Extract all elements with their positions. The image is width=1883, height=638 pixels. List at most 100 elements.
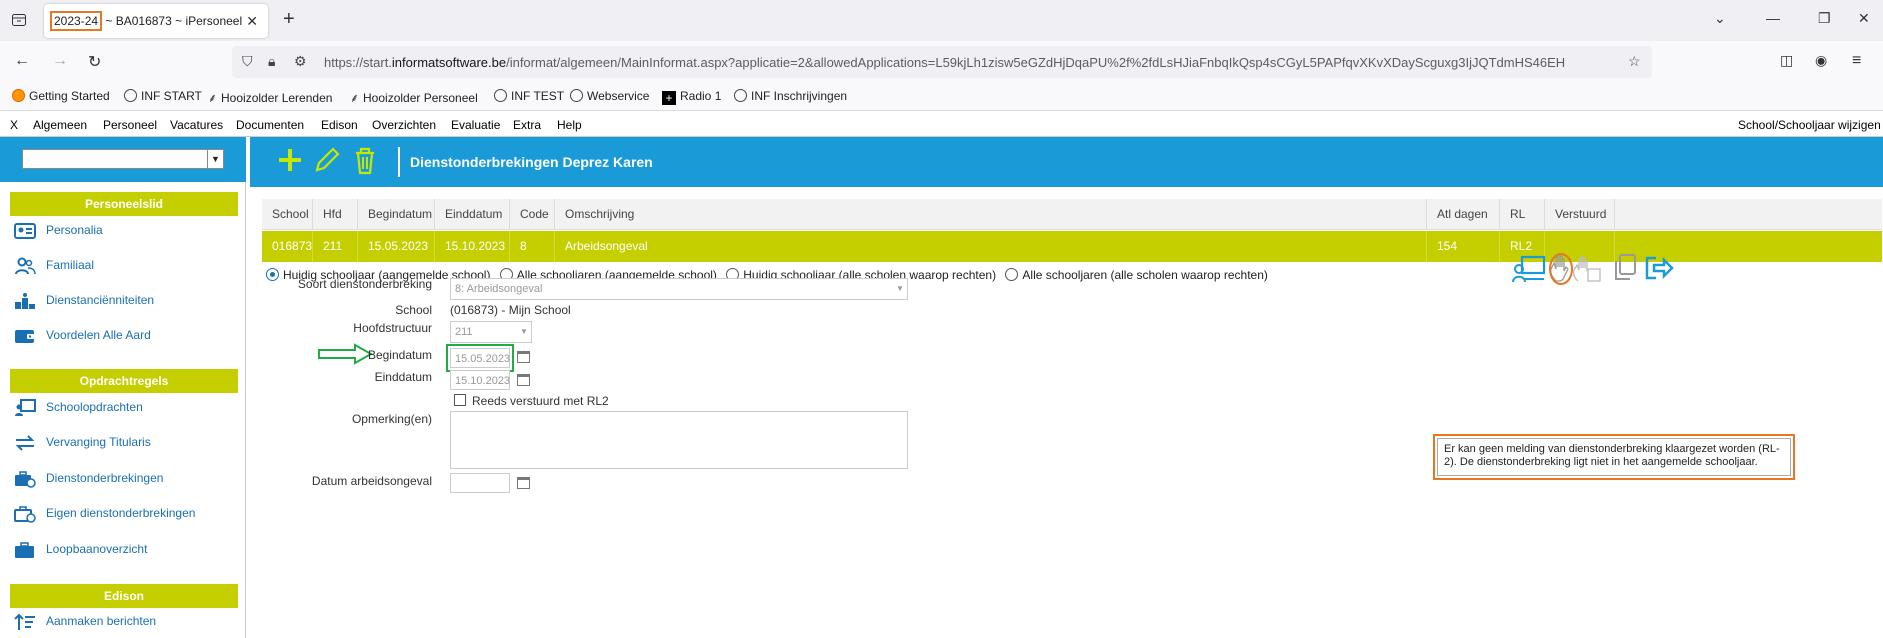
menu-edison[interactable]: Edison <box>321 118 358 132</box>
bookmark-inf-test[interactable]: INF TEST <box>494 89 564 103</box>
menu-close[interactable]: X <box>10 118 18 132</box>
calendar-icon[interactable] <box>517 351 530 363</box>
menu-extra[interactable]: Extra <box>513 118 541 132</box>
bookmark-inf-inschrijvingen[interactable]: INF Inschrijvingen <box>734 89 847 103</box>
col-verstuurd[interactable]: Verstuurd <box>1545 199 1615 230</box>
table-row[interactable]: 016873 211 15.05.2023 15.10.2023 8 Arbei… <box>262 231 1882 262</box>
sidebar-item-familiaal[interactable]: Familiaal <box>14 257 94 279</box>
sidebar-item-schoolopdrachten[interactable]: Schoolopdrachten <box>14 399 143 421</box>
menu-help[interactable]: Help <box>557 118 582 132</box>
restore-icon[interactable]: ❐ <box>1818 10 1831 27</box>
cell-omschrijving: Arbeidsongeval <box>555 231 1427 262</box>
sidebar-item-personalia[interactable]: Personalia <box>14 222 103 244</box>
swap-arrows-icon <box>15 435 35 451</box>
account-icon[interactable]: ◉ <box>1815 52 1827 69</box>
browser-tabbar: 2023-24 ~ BA016873 ~ iPersoneel ✕ + ⌄ — … <box>0 0 1883 41</box>
cell-code: 8 <box>510 231 555 262</box>
bookmark-webservice[interactable]: Webservice <box>570 89 649 103</box>
add-icon[interactable] <box>276 145 304 175</box>
calendar-icon[interactable] <box>517 374 530 386</box>
radio-dot[interactable] <box>1005 268 1019 281</box>
col-begindatum[interactable]: Begindatum <box>358 199 435 230</box>
chevron-down-icon[interactable]: ▼ <box>517 322 531 342</box>
col-rl[interactable]: RL <box>1500 199 1545 230</box>
calendar-icon[interactable] <box>517 477 530 489</box>
trash-icon[interactable] <box>350 145 380 177</box>
tab-close-icon[interactable]: ✕ <box>246 13 258 30</box>
sidebar-item-dienstonderbrekingen[interactable]: Dienstonderbrekingen <box>14 470 163 492</box>
new-tab-icon[interactable]: + <box>283 9 295 29</box>
globe-icon <box>570 89 583 102</box>
hand-clock-icon[interactable] <box>1572 255 1602 283</box>
window-close-icon[interactable]: ✕ <box>1858 10 1870 27</box>
col-school[interactable]: School <box>262 199 313 230</box>
chevron-down-icon[interactable]: ▼ <box>893 279 907 299</box>
rl2-checkbox[interactable] <box>454 394 466 406</box>
bookmark-hooizolder-personeel[interactable]: ⸙ Hooizolder Personeel <box>350 89 478 106</box>
sidebar-item-label: Schoolopdrachten <box>46 400 143 415</box>
sidebar-search-combo[interactable]: ▼ <box>22 149 224 169</box>
pocket-icon[interactable]: ◫ <box>1780 52 1793 69</box>
bookmark-hooizolder-lerenden[interactable]: ⸙ Hooizolder Lerenden <box>208 89 332 106</box>
bookmark-star-icon[interactable]: ☆ <box>1628 53 1641 70</box>
col-atl-dagen[interactable]: Atl dagen <box>1427 199 1500 230</box>
chevron-down-icon[interactable]: ▼ <box>207 150 223 168</box>
back-icon[interactable]: ← <box>14 52 30 70</box>
hoofdstructuur-select[interactable]: 211 ▼ <box>450 321 532 343</box>
col-hfd[interactable]: Hfd <box>313 199 358 230</box>
export-arrow-icon[interactable] <box>1644 255 1674 281</box>
url-prefix: https://start. <box>324 55 392 70</box>
radio-alle-alle-scholen[interactable]: Alle schooljaren (alle scholen waarop re… <box>1005 268 1268 282</box>
lock-icon[interactable]: 🔒︎ <box>268 53 275 70</box>
sidebar-item-label: Dienstonderbrekingen <box>46 471 164 486</box>
reload-icon[interactable]: ↻ <box>88 52 101 72</box>
url-bar[interactable]: ⛉ 🔒︎ ⚙ https://start.informatsoftware.be… <box>232 46 1652 78</box>
bookmark-radio1[interactable]: + Radio 1 <box>662 89 721 105</box>
opmerkingen-textarea[interactable] <box>450 411 908 469</box>
edit-pencil-icon[interactable] <box>312 145 342 175</box>
permissions-icon[interactable]: ⚙ <box>294 53 307 70</box>
wallet-icon <box>15 330 35 343</box>
section-opdrachtregels: Opdrachtregels <box>10 369 238 393</box>
menu-overzichten[interactable]: Overzichten <box>372 118 436 132</box>
sidebar-item-loopbaanoverzicht[interactable]: Loopbaanoverzicht <box>14 541 147 563</box>
menu-icon[interactable]: ≡ <box>1852 52 1861 70</box>
sidebar-item-aanmaken-berichten[interactable]: Aanmaken berichten <box>14 613 156 635</box>
col-einddatum[interactable]: Einddatum <box>435 199 510 230</box>
einddatum-input[interactable]: 15.10.2023 <box>450 370 510 390</box>
school-value: (016873) - Mijn School <box>450 303 571 317</box>
shield-icon[interactable]: ⛉ <box>242 53 253 70</box>
sidebar-item-eigen-dienstonderbrekingen[interactable]: Eigen dienstonderbrekingen <box>14 505 195 527</box>
copy-icon[interactable] <box>1612 253 1638 283</box>
forward-icon[interactable]: → <box>52 52 68 70</box>
browser-tab[interactable]: 2023-24 ~ BA016873 ~ iPersoneel ✕ <box>44 4 268 38</box>
datum-arbeidsongeval-input[interactable] <box>450 473 510 493</box>
sidebar-item-label: Aanmaken berichten <box>46 614 157 629</box>
url-path: /informat/algemeen/MainInformat.aspx?app… <box>506 55 1566 70</box>
sidebar-item-vervanging-titularis[interactable]: Vervanging Titularis <box>14 434 151 456</box>
col-omschrijving[interactable]: Omschrijving <box>555 199 1427 230</box>
chevron-down-icon[interactable]: ⌄ <box>1714 10 1726 27</box>
sidebar-item-label: Dienstanciënniteiten <box>46 293 155 308</box>
menu-algemeen[interactable]: Algemeen <box>33 118 87 132</box>
grid-header: School Hfd Begindatum Einddatum Code Oms… <box>262 199 1882 230</box>
soort-dienstonderbreking-select[interactable]: 8: Arbeidsongeval ▼ <box>450 278 908 300</box>
menu-evaluatie[interactable]: Evaluatie <box>451 118 500 132</box>
sidebar-item-dienstancienniteiten[interactable]: Dienstanciënniteiten <box>14 292 154 314</box>
bookmark-getting-started[interactable]: Getting Started <box>12 89 110 103</box>
hand-stop-icon[interactable] <box>1548 253 1574 285</box>
url-text[interactable]: https://start.informatsoftware.be/inform… <box>324 55 1614 70</box>
bookmark-inf-start[interactable]: INF START <box>124 89 202 103</box>
col-code[interactable]: Code <box>510 199 555 230</box>
tooltip-rl2: Er kan geen melding van dienstonderbreki… <box>1433 434 1795 480</box>
tab-list-icon[interactable] <box>11 12 27 28</box>
menu-school-schooljaar-wijzigen[interactable]: School/Schooljaar wijzigen <box>1738 118 1881 132</box>
cell-einddatum: 15.10.2023 <box>435 231 510 262</box>
begindatum-input[interactable]: 15.05.2023 <box>446 344 514 372</box>
minimize-icon[interactable]: — <box>1766 10 1780 26</box>
menu-personeel[interactable]: Personeel <box>103 118 157 132</box>
teacher-board-icon[interactable] <box>1512 255 1546 283</box>
sidebar-item-voordelen-alle-aard[interactable]: Voordelen Alle Aard <box>14 327 151 349</box>
menu-vacatures[interactable]: Vacatures <box>170 118 223 132</box>
menu-documenten[interactable]: Documenten <box>236 118 304 132</box>
